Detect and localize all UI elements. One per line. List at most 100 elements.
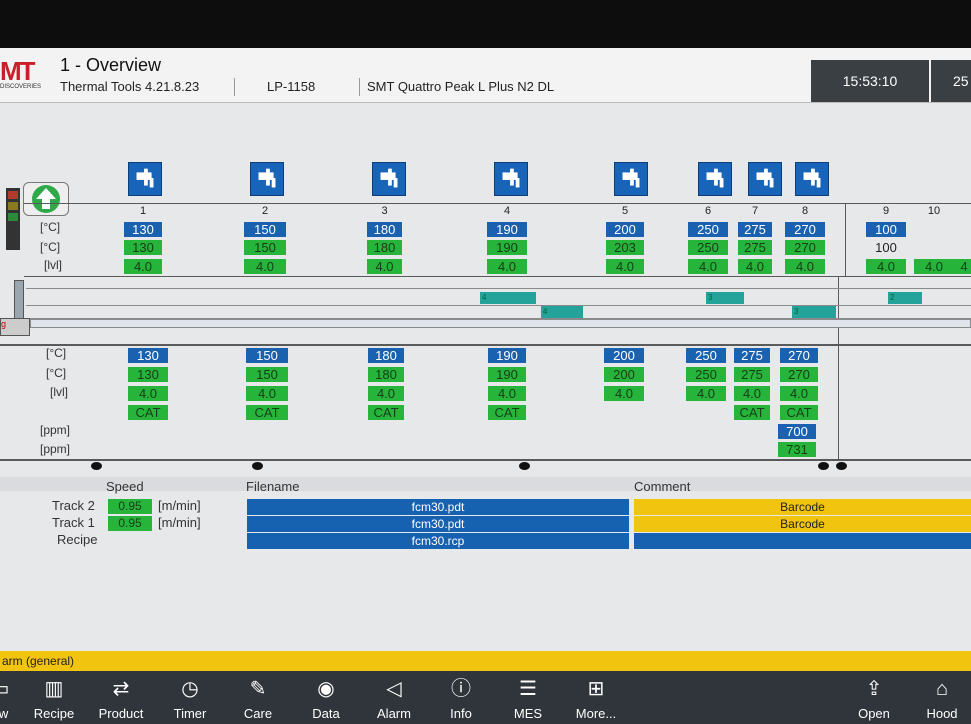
zone-fan-level[interactable]: 4.0 [128,386,168,401]
header-bar: MT DISCOVERIES 1 - Overview Thermal Tool… [0,48,971,103]
zone-fan-level[interactable]: 4.0 [606,259,644,274]
zone-setpoint[interactable]: 180 [367,222,402,237]
nav-alarm-button[interactable]: ◁ Alarm [360,671,428,724]
zone-actual: 190 [488,367,526,382]
heater-zone-button[interactable] [698,162,732,196]
zone-fan-level[interactable]: 4.0 [368,386,404,401]
zone-fan-level[interactable]: 4.0 [688,259,728,274]
zone-fan-level[interactable]: 4.0 [367,259,402,274]
comment-field[interactable] [634,533,971,549]
zone-fan-level[interactable]: 4.0 [866,259,906,274]
track-label: Track 1 [52,515,95,530]
zone-setpoint[interactable]: 270 [780,348,818,363]
zone-fan-level[interactable]: 4 [954,259,971,274]
nav-product-button[interactable]: ⇄ Product [87,671,155,724]
nav-more-button[interactable]: ⊞ More... [562,671,630,724]
zone-fan-level[interactable]: 4.0 [780,386,818,401]
zone-actual: 180 [367,240,402,255]
zone-setpoint[interactable]: 130 [128,348,168,363]
zone-setpoint[interactable]: 180 [368,348,404,363]
heater-icon [380,168,398,188]
nav-info-button[interactable]: ⓘ Info [427,671,495,724]
zone-number: 10 [927,205,941,217]
comment-field[interactable]: Barcode [634,516,971,532]
heater-zone-button[interactable] [795,162,829,196]
zone-setpoint[interactable]: 100 [866,222,906,237]
nav-data-button[interactable]: ◉ Data [292,671,360,724]
zone-number: 3 [381,205,388,217]
zone-setpoint[interactable]: 190 [488,348,526,363]
zone-setpoint[interactable]: 150 [244,222,286,237]
board-on-track[interactable]: 2 [888,292,922,304]
nav-label: Care [243,706,273,721]
zone-setpoint[interactable]: 250 [686,348,726,363]
zone-setpoint[interactable]: 270 [785,222,825,237]
track-speed[interactable]: 0.95 [108,516,152,531]
zone-fan-level[interactable]: 4.0 [914,259,954,274]
header-divider [359,78,360,96]
filename-field[interactable]: fcm30.pdt [247,516,629,532]
zone-fan-level[interactable]: 4.0 [785,259,825,274]
zone-setpoint[interactable]: 190 [487,222,527,237]
zone-fan-level[interactable]: 4.0 [124,259,162,274]
heater-zone-button[interactable] [614,162,648,196]
board-on-track[interactable]: 3 [792,306,836,318]
heater-icon [706,168,724,188]
heater-zone-button[interactable] [748,162,782,196]
page-title: 1 - Overview [60,55,162,75]
nav-care-button[interactable]: ✎ Care [224,671,292,724]
zone-setpoint[interactable]: 130 [124,222,162,237]
filename-field[interactable]: fcm30.rcp [247,533,629,549]
zone-fan-level[interactable]: 4.0 [738,259,772,274]
zone-setpoint[interactable]: 200 [606,222,644,237]
board-on-track[interactable]: 4 [541,306,583,318]
zone-actual: 250 [688,240,728,255]
zone-top-border [24,203,971,204]
nav-mes-button[interactable]: ☰ MES [494,671,562,724]
conveyor-rail [26,288,971,289]
zone-number: 8 [801,205,809,217]
heater-zone-button[interactable] [494,162,528,196]
board-on-track[interactable]: 3 [706,292,744,304]
recipe-icon: ▥ [44,678,64,700]
signal-tower [6,188,20,250]
entrance-sensor: g [0,318,30,336]
heater-zone-button[interactable] [250,162,284,196]
zone-actual: 203 [606,240,644,255]
entrance-guide [14,280,24,320]
zone-fan-level[interactable]: 4.0 [734,386,770,401]
zone-actual: 200 [604,367,644,382]
zone-fan-level[interactable]: 4.0 [246,386,288,401]
nav-label: More... [575,706,617,721]
zone-setpoint[interactable]: 200 [604,348,644,363]
track-speed[interactable]: 0.95 [108,499,152,514]
comment-field[interactable]: Barcode [634,499,971,515]
zone-fan-level[interactable]: 4.0 [604,386,644,401]
nav-recipe-button[interactable]: ▥ Recipe [20,671,88,724]
zone-fan-level[interactable]: 4.0 [686,386,726,401]
zone-setpoint[interactable]: 150 [246,348,288,363]
zone-setpoint[interactable]: 275 [738,222,772,237]
timer-icon: ◷ [181,678,199,700]
nav-label: Alarm [377,706,411,721]
filename-field[interactable]: fcm30.pdt [247,499,629,515]
board-on-track[interactable]: 4 [480,292,536,304]
nav-open-button[interactable]: ⇪ Open [840,671,908,724]
zone-fan-level[interactable]: 4.0 [487,259,527,274]
zone-bottom-border [0,344,971,346]
zone-setpoint[interactable]: 250 [688,222,728,237]
nav-hood-button[interactable]: ⌂ Hood [908,671,971,724]
zone-fan-level[interactable]: 4.0 [488,386,526,401]
lift-button[interactable] [23,182,69,216]
zone-actual: 130 [128,367,168,382]
nav-timer-button[interactable]: ◷ Timer [156,671,224,724]
zone-setpoint[interactable]: 275 [734,348,770,363]
zone-fan-level[interactable]: 4.0 [244,259,286,274]
ppm-setpoint[interactable]: 700 [778,424,816,439]
fan-indicator [252,462,263,470]
unit-label: [°C] [46,346,67,360]
heater-zone-button[interactable] [372,162,406,196]
alarm-status-bar[interactable]: arm (general) [0,651,971,671]
zone-top-bottom-border [24,276,971,277]
heater-zone-button[interactable] [128,162,162,196]
